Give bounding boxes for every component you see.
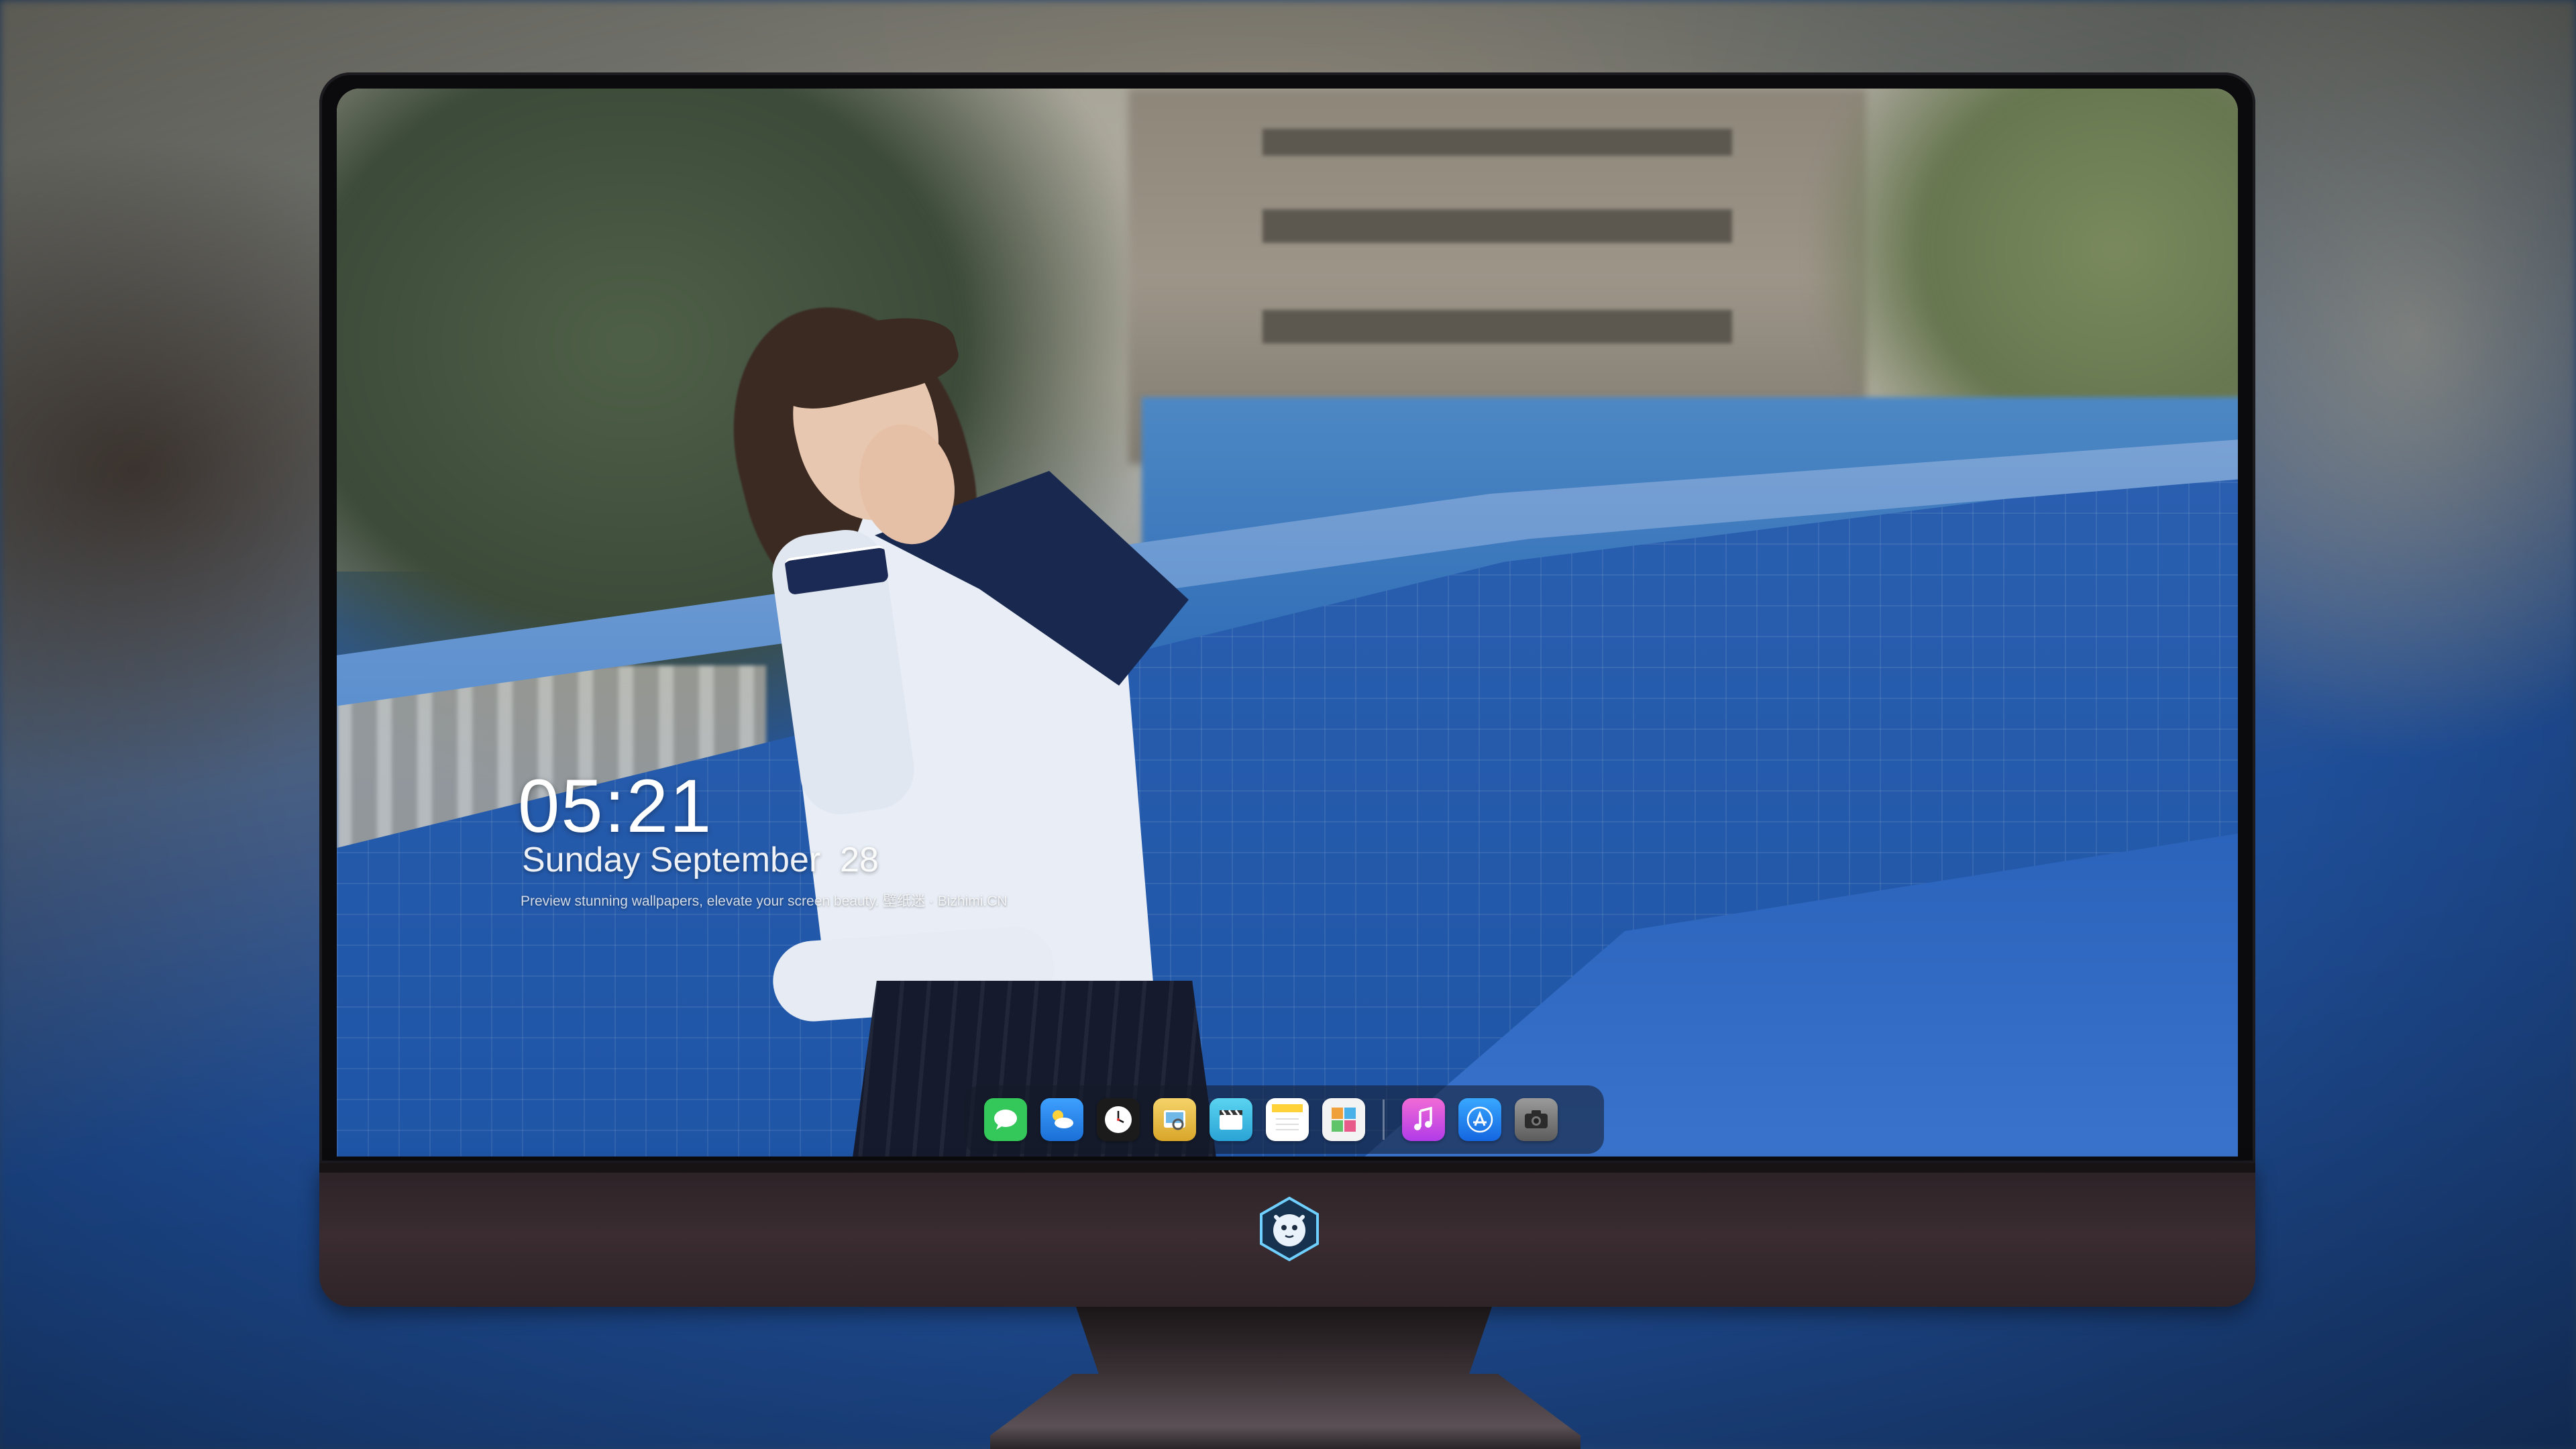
app-store-icon[interactable] bbox=[1458, 1098, 1501, 1141]
lock-date: Sunday September 28 bbox=[522, 841, 879, 879]
wallpaper-building-window bbox=[1263, 129, 1732, 156]
music-icon[interactable] bbox=[1402, 1098, 1445, 1141]
monitor-bezel: 05:21 Sunday September 28 Preview stunni… bbox=[319, 72, 2255, 1163]
lock-clock: 05:21 bbox=[518, 764, 713, 848]
wallpaper bbox=[337, 89, 2238, 1157]
camera-icon[interactable] bbox=[1515, 1098, 1558, 1141]
lock-tagline: Preview stunning wallpapers, elevate you… bbox=[521, 894, 1008, 909]
photo-collage-icon[interactable] bbox=[1322, 1098, 1365, 1141]
dock-separator bbox=[1383, 1099, 1385, 1140]
monitor-chin bbox=[319, 1163, 2255, 1307]
monitor-stand-base bbox=[990, 1374, 1580, 1449]
monitor-stand-neck bbox=[1076, 1307, 1492, 1381]
video-icon[interactable] bbox=[1210, 1098, 1252, 1141]
weather-icon[interactable] bbox=[1040, 1098, 1083, 1141]
preview-icon[interactable] bbox=[1153, 1098, 1196, 1141]
messages-icon[interactable] bbox=[984, 1098, 1027, 1141]
clock-icon[interactable] bbox=[1097, 1098, 1140, 1141]
lock-screen: 05:21 Sunday September 28 Preview stunni… bbox=[337, 89, 2238, 1157]
wallpaper-person bbox=[639, 223, 1309, 1157]
monitor: 05:21 Sunday September 28 Preview stunni… bbox=[319, 72, 2255, 1449]
mascot-logo-icon bbox=[1256, 1195, 1323, 1263]
chin-divider bbox=[319, 1163, 2255, 1173]
wallpaper-building-window bbox=[1263, 209, 1732, 243]
notes-icon[interactable] bbox=[1266, 1098, 1309, 1141]
dock bbox=[964, 1085, 1604, 1154]
wallpaper-building-window bbox=[1263, 310, 1732, 343]
